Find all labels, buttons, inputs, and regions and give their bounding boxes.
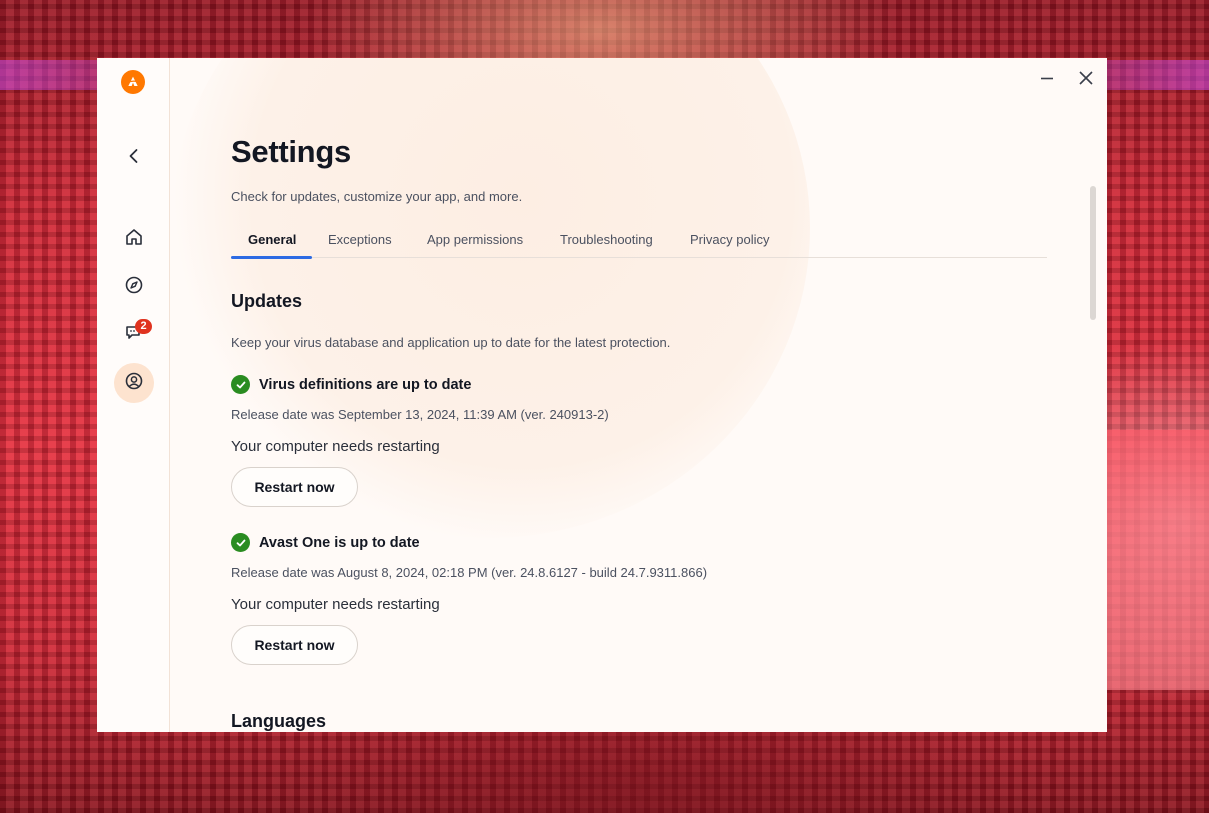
back-button[interactable] [114, 138, 154, 178]
tab-exceptions[interactable]: Exceptions [328, 232, 392, 247]
restart-notice: Your computer needs restarting [231, 596, 440, 613]
updates-description: Keep your virus database and application… [231, 335, 671, 350]
page-title: Settings [231, 134, 351, 169]
compass-icon [124, 275, 144, 300]
check-icon [231, 375, 250, 394]
page-subtitle: Check for updates, customize your app, a… [231, 189, 523, 204]
sidebar-item-account[interactable] [114, 363, 154, 403]
settings-tabs: General Exceptions App permissions Troub… [231, 230, 1047, 259]
chevron-left-icon [124, 146, 144, 171]
close-button[interactable] [1074, 68, 1098, 92]
close-icon [1078, 70, 1094, 91]
virus-definitions-status: Virus definitions are up to date [231, 375, 471, 394]
languages-heading: Languages [231, 711, 327, 731]
tab-privacy-policy[interactable]: Privacy policy [690, 232, 769, 247]
release-info: Release date was September 13, 2024, 11:… [231, 407, 609, 422]
settings-content: Settings Check for updates, customize yo… [231, 58, 1047, 732]
account-icon [124, 371, 144, 396]
status-text: Virus definitions are up to date [259, 376, 472, 393]
updates-heading: Updates [231, 291, 303, 311]
sidebar: 2 [97, 58, 170, 732]
status-text: Avast One is up to date [259, 534, 420, 551]
scrollbar[interactable] [1090, 186, 1096, 320]
restart-now-button[interactable]: Restart now [231, 625, 358, 665]
app-update-status: Avast One is up to date [231, 533, 420, 552]
restart-now-button[interactable]: Restart now [231, 467, 358, 507]
restart-notice: Your computer needs restarting [231, 438, 440, 455]
tab-app-permissions[interactable]: App permissions [427, 232, 523, 247]
active-tab-indicator [231, 256, 312, 259]
home-icon [124, 227, 144, 252]
sidebar-item-messages[interactable]: 2 [114, 315, 154, 355]
tab-troubleshooting[interactable]: Troubleshooting [560, 232, 653, 247]
sidebar-item-home[interactable] [114, 219, 154, 259]
release-info: Release date was August 8, 2024, 02:18 P… [231, 565, 708, 580]
sidebar-item-explore[interactable] [114, 267, 154, 307]
avast-logo-icon[interactable] [121, 70, 145, 94]
notification-badge: 2 [135, 319, 152, 334]
tab-general[interactable]: General [248, 232, 296, 247]
check-icon [231, 533, 250, 552]
background-rink [1100, 430, 1209, 690]
settings-window: 2 Settings Check for updates, customize … [97, 58, 1107, 732]
